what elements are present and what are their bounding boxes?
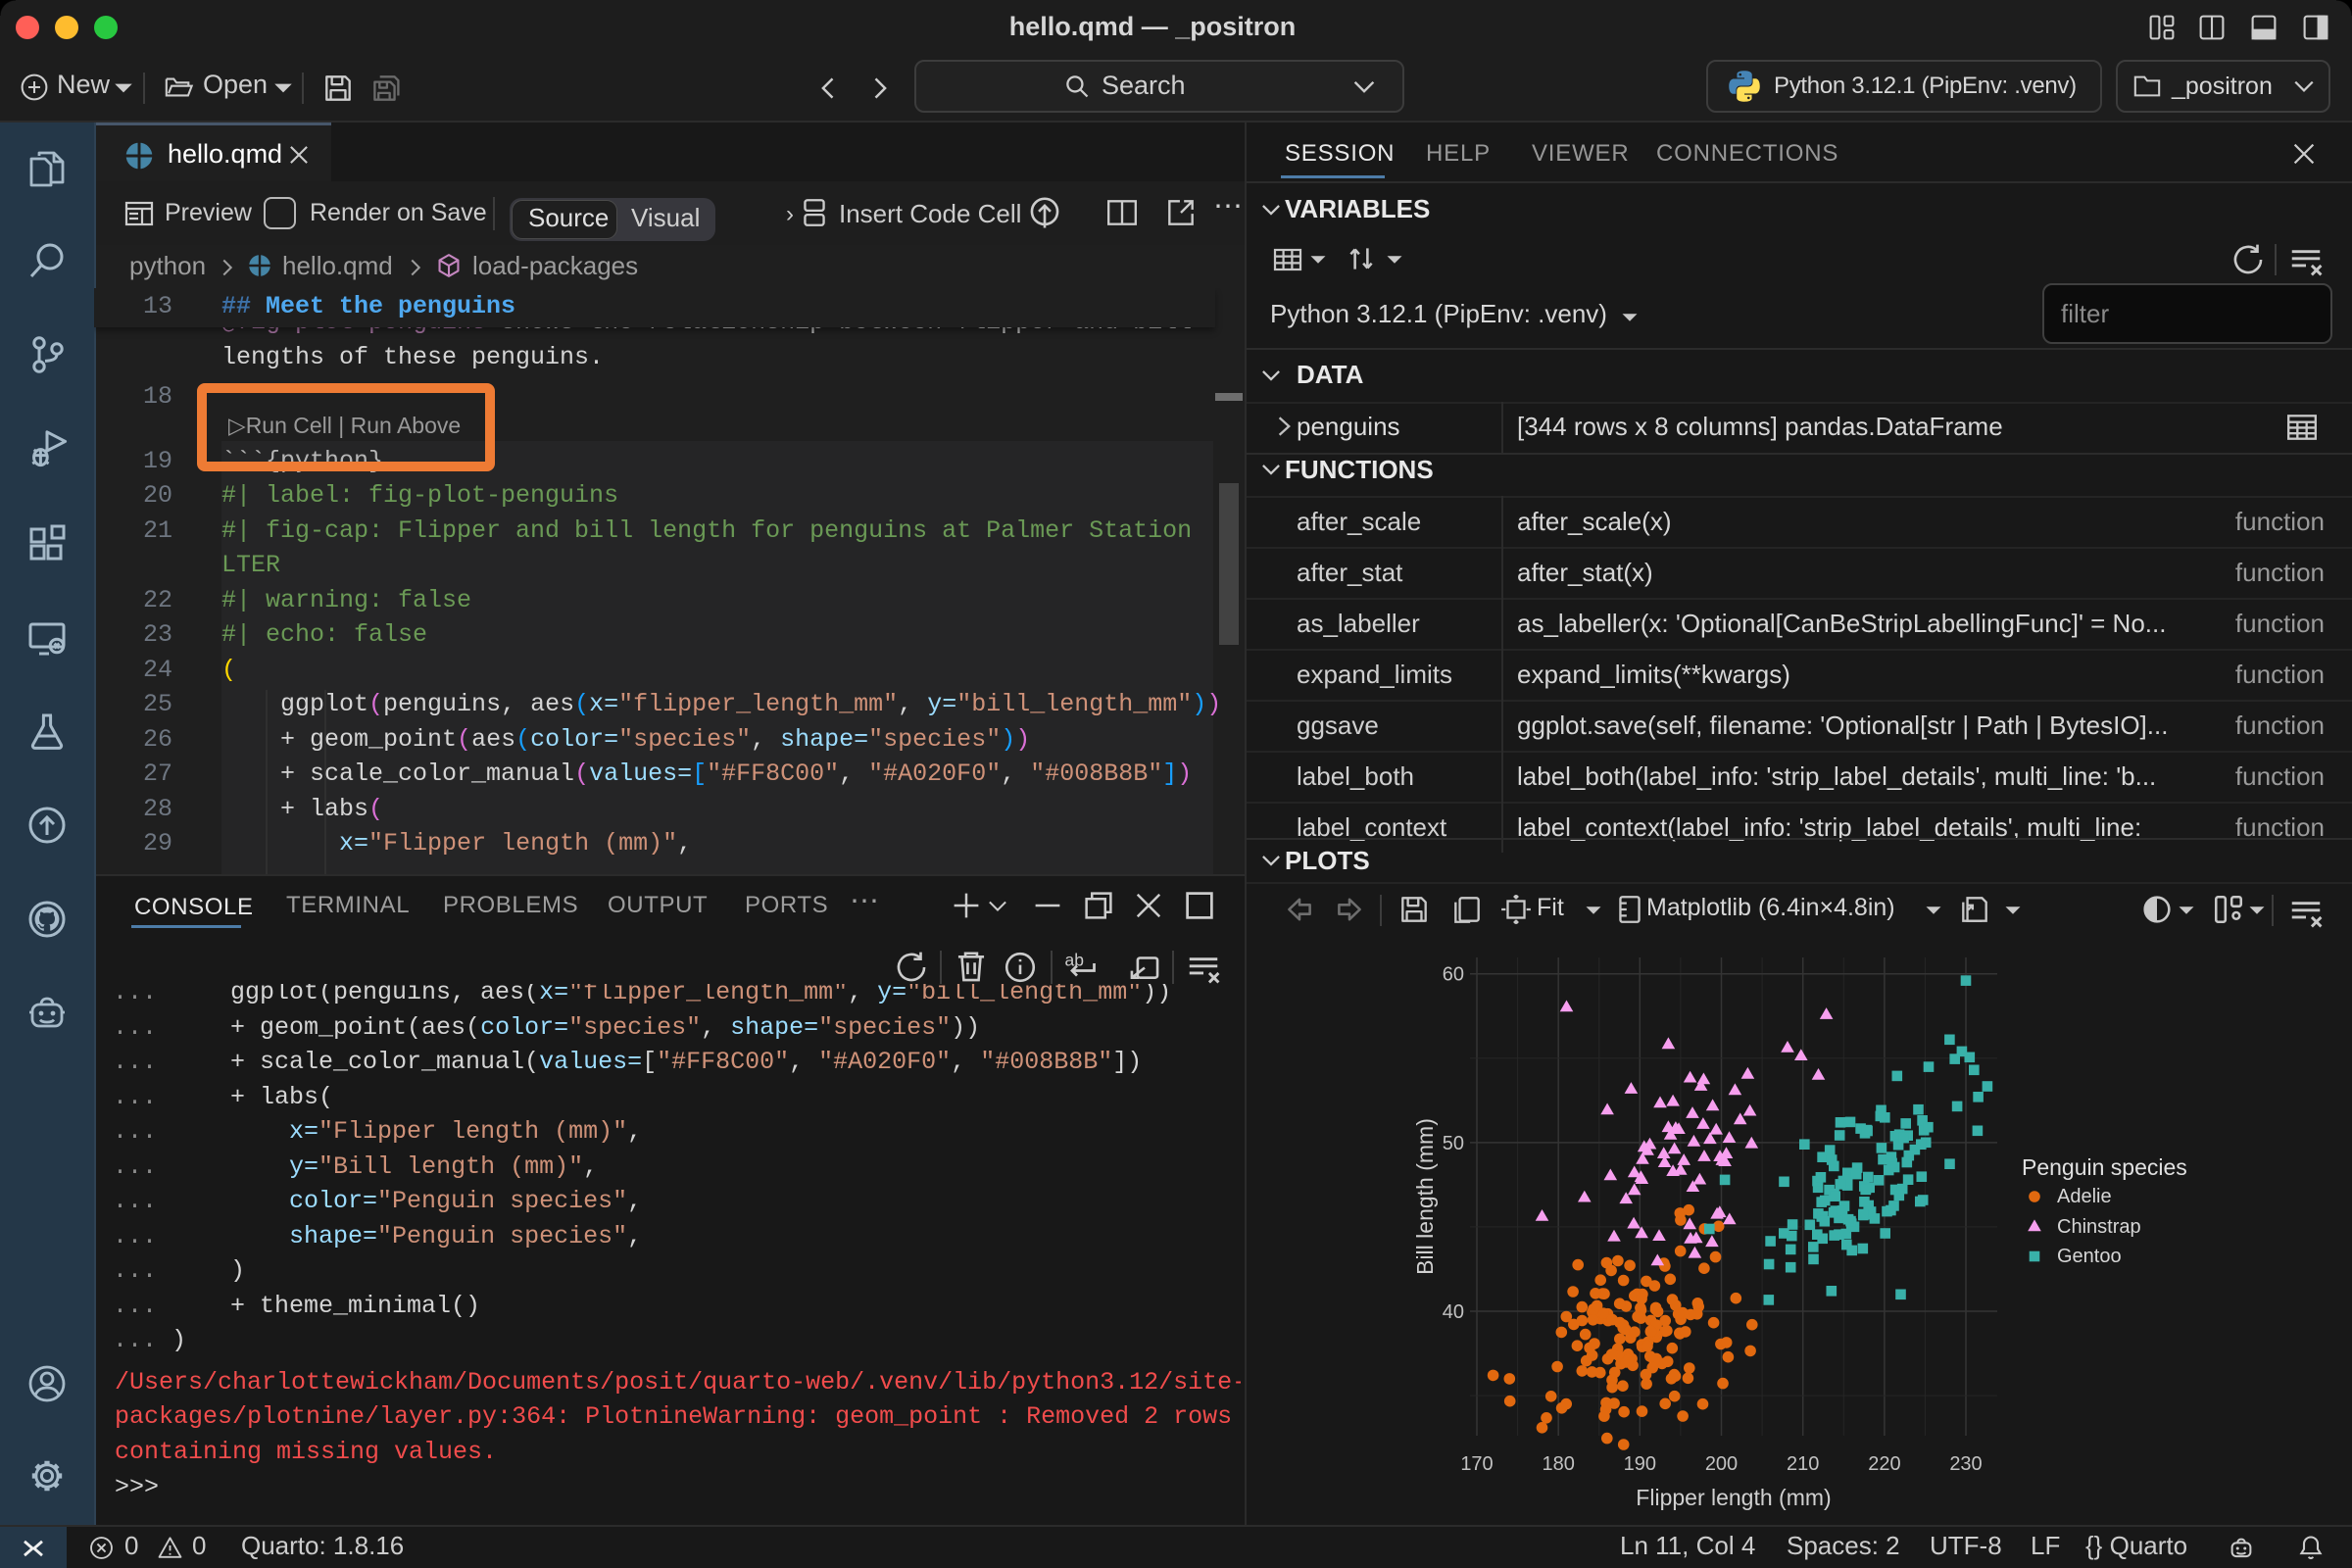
svg-text:220: 220 (1868, 1453, 1900, 1475)
svg-text:Adelie: Adelie (2057, 1186, 2112, 1207)
svg-text:Chinstrap: Chinstrap (2057, 1216, 2141, 1238)
svg-text:200: 200 (1705, 1453, 1738, 1475)
svg-text:170: 170 (1460, 1453, 1493, 1475)
svg-text:50: 50 (1443, 1133, 1464, 1154)
svg-text:210: 210 (1787, 1453, 1819, 1475)
svg-text:40: 40 (1443, 1301, 1464, 1323)
svg-text:Gentoo: Gentoo (2057, 1246, 2122, 1267)
svg-text:Bill length (mm): Bill length (mm) (1412, 1118, 1438, 1275)
svg-text:180: 180 (1543, 1453, 1575, 1475)
svg-text:Penguin species: Penguin species (2022, 1154, 2187, 1180)
svg-text:60: 60 (1443, 964, 1464, 986)
svg-text:190: 190 (1624, 1453, 1656, 1475)
svg-text:230: 230 (1949, 1453, 1982, 1475)
svg-text:Flipper length (mm): Flipper length (mm) (1636, 1485, 1831, 1510)
